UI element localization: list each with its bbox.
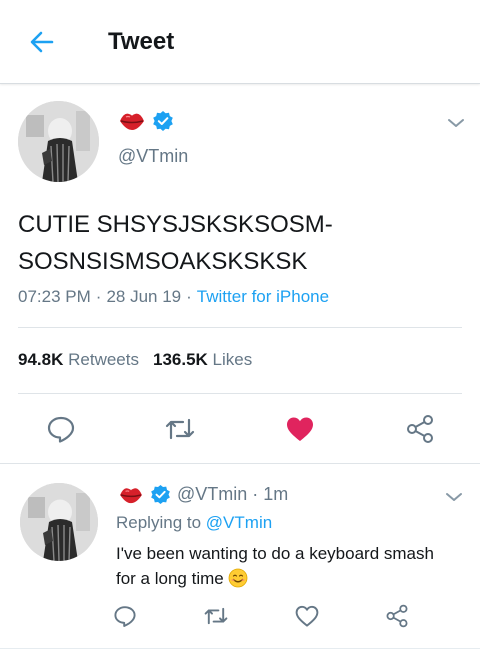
heart-icon (287, 417, 313, 441)
likes-stat[interactable]: 136.5K Likes (153, 350, 252, 369)
tweet-source-link[interactable]: Twitter for iPhone (197, 287, 329, 306)
chevron-down-icon (448, 119, 464, 127)
retweets-stat[interactable]: 94.8K Retweets (18, 350, 139, 369)
reply-avatar[interactable] (20, 483, 98, 561)
reply-share-button[interactable] (385, 604, 409, 628)
lips-emoji-icon (120, 113, 144, 130)
likes-count: 136.5K (152, 350, 208, 369)
meta-separator: · (252, 484, 259, 504)
divider (18, 327, 462, 328)
share-icon (386, 604, 408, 628)
reply-icon (47, 416, 75, 443)
replying-to-link[interactable]: @VTmin (206, 513, 272, 532)
meta-separator: · (95, 287, 102, 306)
chevron-down-icon (446, 493, 462, 501)
share-button[interactable] (405, 414, 435, 444)
reply-divider (0, 463, 480, 464)
retweet-icon (165, 418, 195, 440)
share-icon (407, 415, 433, 443)
tweet-meta: 07:23 PM · 28 Jun 19 · Twitter for iPhone (18, 287, 329, 307)
tweet-stats: 94.8K Retweets 136.5K Likes (18, 350, 252, 370)
divider (0, 648, 480, 649)
reply-more-options-button[interactable] (444, 490, 464, 504)
author-handle[interactable]: @VTmin (118, 146, 188, 167)
author-name-row[interactable] (118, 110, 174, 132)
more-options-button[interactable] (446, 116, 466, 130)
smiling-face-emoji-icon (229, 568, 248, 588)
replying-to: Replying to @VTmin (116, 513, 272, 533)
meta-separator: · (186, 287, 192, 306)
reply-reply-button[interactable] (113, 604, 137, 628)
reply-retweet-button[interactable] (203, 604, 229, 628)
likes-label: Likes (212, 350, 253, 369)
lips-emoji-icon (120, 487, 142, 503)
verified-badge-icon (151, 484, 170, 505)
top-bar: Tweet (0, 0, 480, 84)
reply-icon (114, 606, 136, 627)
tweet-date: 28 Jun 19 (106, 287, 182, 306)
arrow-left-icon (30, 31, 54, 53)
reply-author-handle: @VTmin (177, 484, 248, 504)
replying-prefix: Replying to (116, 513, 202, 532)
page-title: Tweet (108, 28, 175, 55)
reply-time: 1m (263, 484, 289, 504)
reply-like-button[interactable] (295, 604, 319, 628)
reply-button[interactable] (46, 414, 76, 444)
retweet-button[interactable] (164, 414, 195, 444)
retweets-label: Retweets (68, 350, 139, 369)
back-button[interactable] (26, 26, 58, 58)
like-button[interactable] (285, 414, 315, 444)
retweet-icon (204, 607, 228, 625)
tweet-time: 07:23 PM (18, 287, 91, 306)
tweet-text: CUTIE SHSYSJSKSKSOSM- SOSNSISMSOAKSKSKSK (18, 211, 333, 275)
verified-badge-icon (153, 111, 173, 131)
heart-icon (295, 605, 319, 627)
reply-author-row[interactable]: @VTmin · 1m (118, 484, 288, 505)
reply-text-block: I've been wanting to do a keyboard smash… (116, 541, 456, 591)
reply-text: I've been wanting to do a keyboard smash… (116, 544, 434, 588)
retweets-count: 94.8K (18, 350, 64, 369)
divider (18, 393, 462, 394)
avatar[interactable] (18, 101, 99, 182)
